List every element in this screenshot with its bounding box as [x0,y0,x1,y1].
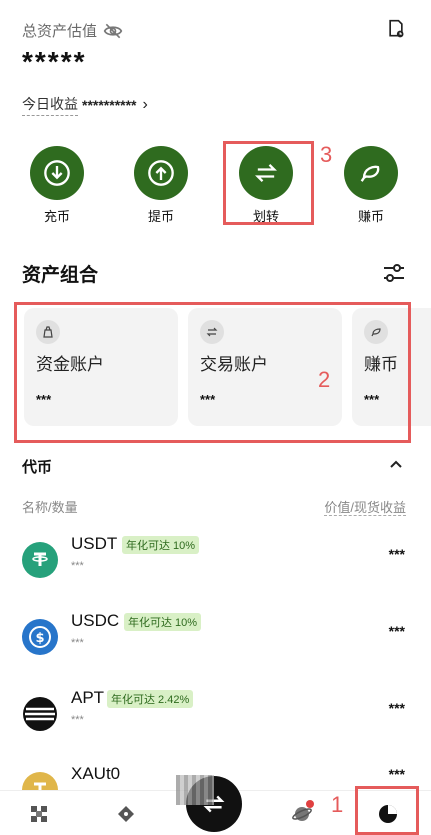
token-amount: *** [71,714,84,726]
highlight-box-portfolio [14,302,411,443]
token-amount: *** [71,560,84,572]
apy-badge: 年化可达 2.42% [107,690,194,708]
total-assets-header: 总资产估值 [22,20,123,41]
chevron-up-icon[interactable] [388,456,404,472]
withdraw-icon [134,146,188,200]
token-symbol: USDT [71,534,118,553]
highlight-box-assets-tab [355,786,419,835]
grid-x-icon [31,806,47,822]
today-earnings-label: 今日收益 [22,94,78,116]
portfolio-title: 资产组合 [22,265,99,286]
token-row-usdc[interactable]: $ USDC 年化可达 10% *** *** [0,611,431,681]
total-value: ***** [22,46,87,77]
eye-off-icon[interactable] [103,21,123,41]
token-symbol: USDC [71,611,120,630]
token-row-apt[interactable]: APT 年化可达 2.42% *** *** [0,688,431,758]
chevron-right-icon: › [142,96,148,113]
token-symbol: XAUt0 [71,764,121,783]
apt-logo-icon [22,696,58,732]
annotation-number: 1 [331,792,344,817]
withdraw-button[interactable]: 提币 [131,146,191,225]
redaction-blur [176,775,214,805]
filter-settings-icon[interactable] [382,262,406,284]
token-value: *** [388,623,405,639]
notification-dot [306,800,314,808]
earn-button[interactable]: 赚币 [341,146,401,225]
nav-discover[interactable] [111,799,141,829]
earn-label: 赚币 [357,209,384,224]
token-amount: *** [71,637,84,649]
deposit-button[interactable]: 充币 [27,146,87,225]
token-value: *** [388,766,405,782]
column-value-pnl-label: 价值/现货收益 [324,500,406,516]
svg-text:$: $ [35,631,44,646]
today-earnings-row[interactable]: 今日收益 ********** › [22,94,148,116]
annotation-number: 3 [320,142,333,167]
annotation-number: 2 [318,367,331,392]
token-value: *** [388,700,405,716]
token-row-usdt[interactable]: USDT 年化可达 10% *** *** [0,534,431,604]
tokens-title: 代币 [22,459,53,476]
column-name-qty: 名称/数量 [22,500,78,515]
total-assets-label: 总资产估值 [22,23,98,40]
usdt-logo-icon [22,542,58,578]
apy-badge: 年化可达 10% [122,536,200,554]
today-earnings-value: ********** [82,97,137,113]
column-value-pnl[interactable]: 价值/现货收益 [324,497,406,516]
nav-home[interactable] [24,799,54,829]
history-doc-icon[interactable] [386,19,406,39]
token-value: *** [388,546,405,562]
token-symbol: APT [71,688,105,707]
usdc-logo-icon: $ [22,619,58,655]
withdraw-label: 提币 [147,209,174,224]
apy-badge: 年化可达 10% [124,613,202,631]
earn-icon [344,146,398,200]
deposit-icon [30,146,84,200]
highlight-box-transfer [223,141,314,225]
compass-icon [118,806,134,822]
deposit-label: 充币 [43,209,70,224]
